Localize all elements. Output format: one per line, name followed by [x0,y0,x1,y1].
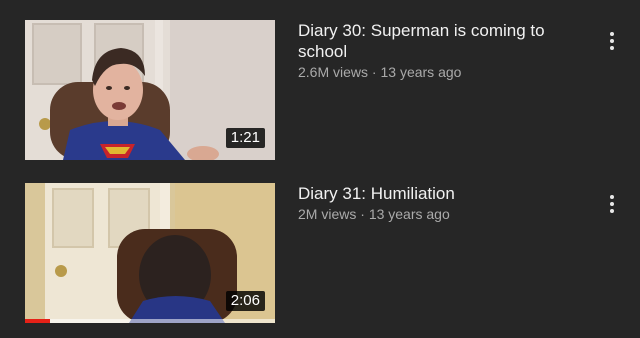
more-vert-icon[interactable] [600,26,624,56]
video-title[interactable]: Diary 30: Superman is coming to school [298,20,568,62]
video-thumbnail[interactable]: 2:06 [25,183,275,323]
view-count: 2M views [298,206,357,222]
watch-progress-bar [25,319,275,323]
video-stats: 2.6M views · 13 years ago [298,63,568,81]
video-details: Diary 31: Humiliation 2M views · 13 year… [298,183,568,223]
video-stats: 2M views · 13 years ago [298,205,568,223]
stats-separator: · [371,64,377,80]
video-title[interactable]: Diary 31: Humiliation [298,183,568,204]
view-count: 2.6M views [298,64,369,80]
duration-badge: 1:21 [225,128,265,148]
watch-progress-fill [25,319,50,323]
video-item[interactable]: 1:21 Diary 30: Superman is coming to sch… [0,20,640,170]
upload-age: 13 years ago [380,64,462,80]
video-thumbnail[interactable]: 1:21 [25,20,275,160]
duration-badge: 2:06 [225,291,265,311]
stats-separator: · [360,206,365,222]
video-details: Diary 30: Superman is coming to school 2… [298,20,568,81]
more-vert-icon[interactable] [600,189,624,219]
video-item[interactable]: 2:06 Diary 31: Humiliation 2M views · 13… [0,183,640,333]
upload-age: 13 years ago [368,206,450,222]
